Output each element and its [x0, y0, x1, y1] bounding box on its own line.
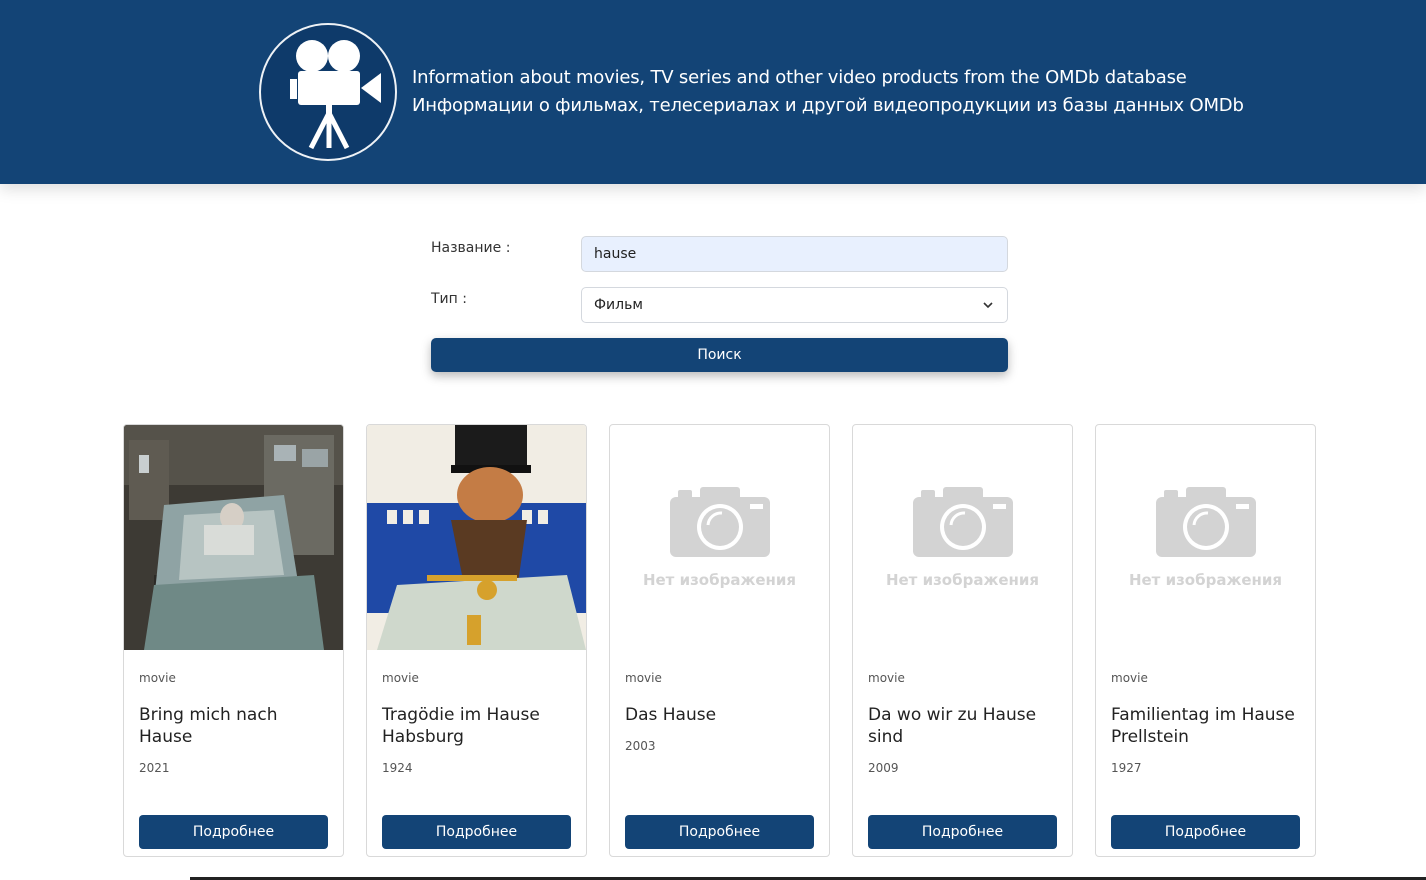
poster-image[interactable]	[124, 425, 343, 650]
card-title: Familientag im Hause Prellstein	[1111, 705, 1295, 747]
logo	[259, 23, 397, 161]
card-year: 1924	[382, 761, 413, 775]
details-button[interactable]: Подробнее	[625, 815, 814, 849]
card-type: movie	[1111, 671, 1148, 685]
movie-card: movie Tragödie im Hause Habsburg 1924 По…	[366, 424, 587, 857]
card-year: 2021	[139, 761, 170, 775]
header-line-en: Information about movies, TV series and …	[412, 67, 1187, 88]
card-type: movie	[382, 671, 419, 685]
header-text: Information about movies, TV series and …	[412, 64, 1244, 120]
card-title: Das Hause	[625, 705, 717, 725]
movie-card: movie Bring mich nach Hause 2021 Подробн…	[123, 424, 344, 857]
movie-card: Нет изображения movie Da wo wir zu Hause…	[852, 424, 1073, 857]
camera-icon	[1155, 487, 1256, 557]
type-label: Тип :	[431, 291, 467, 307]
search-button[interactable]: Поиск	[431, 338, 1008, 372]
movie-card: Нет изображения movie Familientag im Hau…	[1095, 424, 1316, 857]
details-button[interactable]: Подробнее	[1111, 815, 1300, 849]
chevron-down-icon	[983, 302, 993, 309]
details-button[interactable]: Подробнее	[868, 815, 1057, 849]
header-line-ru: Информации о фильмах, телесериалах и дру…	[412, 95, 1244, 116]
camera-icon	[912, 487, 1013, 557]
type-select[interactable]: Фильм	[581, 287, 1008, 323]
title-label: Название :	[431, 240, 511, 256]
poster-image[interactable]	[367, 425, 586, 650]
card-title: Tragödie im Hause Habsburg	[382, 705, 540, 747]
card-year: 2003	[625, 739, 656, 753]
no-image-placeholder: Нет изображения	[853, 425, 1072, 650]
title-input[interactable]: hause	[581, 236, 1008, 272]
card-title: Bring mich nach Hause	[139, 705, 278, 747]
site-header: Information about movies, TV series and …	[0, 0, 1426, 184]
card-type: movie	[139, 671, 176, 685]
card-year: 2009	[868, 761, 899, 775]
no-image-placeholder: Нет изображения	[1096, 425, 1315, 650]
card-type: movie	[625, 671, 662, 685]
details-button[interactable]: Подробнее	[139, 815, 328, 849]
card-title: Da wo wir zu Hause sind	[868, 705, 1037, 747]
card-type: movie	[868, 671, 905, 685]
camera-icon	[669, 487, 770, 557]
no-image-text: Нет изображения	[642, 571, 797, 589]
details-button[interactable]: Подробнее	[382, 815, 571, 849]
no-image-text: Нет изображения	[1128, 571, 1283, 589]
title-input-value: hause	[594, 246, 637, 262]
movie-card: Нет изображения movie Das Hause 2003 Под…	[609, 424, 830, 857]
type-select-value: Фильм	[594, 297, 643, 313]
no-image-text: Нет изображения	[885, 571, 1040, 589]
card-year: 1927	[1111, 761, 1142, 775]
no-image-placeholder: Нет изображения	[610, 425, 829, 650]
movie-camera-icon	[290, 40, 381, 150]
